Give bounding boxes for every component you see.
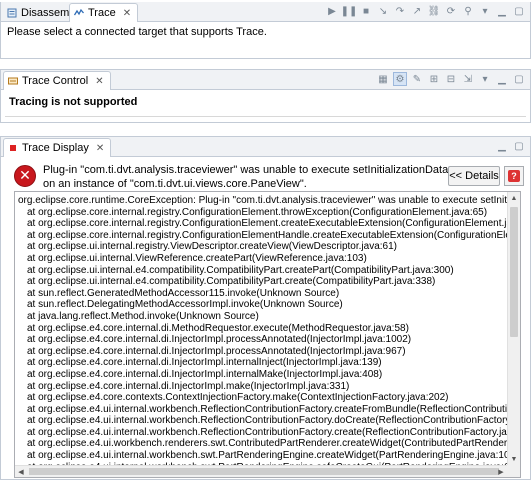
view-menu-icon[interactable]: ▾ — [478, 72, 492, 86]
trace-icon — [74, 8, 84, 16]
details-button-label: << Details — [449, 170, 499, 182]
error-icon: ✕ — [14, 165, 36, 187]
stack-trace-line: at org.eclipse.e4.core.internal.di.Injec… — [27, 334, 412, 346]
scroll-thumb-horizontal[interactable] — [29, 468, 499, 475]
step-return-icon[interactable]: ↗ — [410, 4, 424, 18]
scrollbar-corner — [507, 465, 520, 477]
trace-display-panel: Trace Display ✕ ▁ ▢ ✕ Plug-in "com.ti.dv… — [0, 136, 531, 480]
close-icon[interactable]: ✕ — [96, 143, 104, 154]
tab-trace-display-label: Trace Display — [22, 142, 89, 154]
trace-view-toolbar: ▶ ❚❚ ■ ↘ ↷ ↗ ⛓ ⟳ ⚲ ▾ ▁ ▢ — [325, 4, 526, 18]
stack-trace-line: at org.eclipse.e4.core.contexts.ContextI… — [27, 392, 449, 404]
maximize-icon[interactable]: ▢ — [512, 4, 526, 18]
pin-icon[interactable]: ⚲ — [461, 4, 475, 18]
tracing-status: Tracing is not supported — [9, 96, 138, 108]
stack-trace-line: at java.lang.reflect.Method.invoke(Unkno… — [27, 310, 259, 322]
stack-trace-line: at org.eclipse.core.internal.registry.Co… — [27, 206, 488, 218]
stack-trace-line: at sun.reflect.GeneratedMethodAccessor11… — [27, 287, 340, 299]
stack-trace-line: at org.eclipse.core.internal.registry.Co… — [27, 229, 520, 241]
stack-trace-line: at org.eclipse.e4.core.internal.di.Metho… — [27, 322, 409, 334]
stack-trace-textbox[interactable]: org.eclipse.core.runtime.CoreException: … — [14, 191, 521, 478]
trace-view-panel: Disassembly Trace ✕ ▶ ❚❚ ■ ↘ ↷ ↗ ⛓ ⟳ ⚲ ▾… — [0, 2, 531, 59]
stack-trace-line: org.eclipse.core.runtime.CoreException: … — [18, 195, 520, 206]
step-into-icon[interactable]: ↘ — [376, 4, 390, 18]
view-menu-icon[interactable]: ▾ — [478, 4, 492, 18]
trace-control-tabbar: Trace Control ✕ ▦ ⚙ ✎ ⊞ ⊟ ⇲ ▾ ▁ ▢ — [1, 70, 530, 90]
stack-trace-lines: org.eclipse.core.runtime.CoreException: … — [15, 192, 520, 477]
trace-control-panel: Trace Control ✕ ▦ ⚙ ✎ ⊞ ⊟ ⇲ ▾ ▁ ▢ Tracin… — [0, 69, 531, 123]
scroll-thumb[interactable] — [510, 207, 518, 337]
divider — [5, 116, 526, 117]
details-button[interactable]: << Details — [448, 166, 500, 186]
tab-trace-control[interactable]: Trace Control ✕ — [3, 71, 111, 90]
stack-trace-line: at org.eclipse.core.internal.registry.Co… — [27, 218, 520, 230]
stack-trace-line: at org.eclipse.e4.core.internal.di.Injec… — [27, 380, 350, 392]
stack-trace-line: at sun.reflect.DelegatingMethodAccessorI… — [27, 299, 343, 311]
tab-trace-control-label: Trace Control — [22, 75, 89, 87]
scroll-right-icon[interactable]: ▶ — [495, 466, 507, 477]
maximize-icon[interactable]: ▢ — [512, 72, 526, 86]
resume-icon[interactable]: ▶ — [325, 4, 339, 18]
link-icon[interactable]: ⛓ — [427, 4, 441, 18]
close-icon[interactable]: ✕ — [95, 76, 103, 87]
stack-trace-line: at org.eclipse.e4.ui.internal.workbench.… — [27, 450, 520, 462]
disassembly-icon — [7, 8, 17, 17]
help-button[interactable]: ? — [504, 166, 524, 186]
horizontal-scrollbar[interactable]: ◀ ▶ — [15, 465, 507, 477]
trace-view-message: Please select a connected target that su… — [7, 26, 267, 38]
trace-control-icon — [8, 77, 18, 85]
suspend-icon[interactable]: ❚❚ — [341, 4, 358, 18]
trace-control-toolbar: ▦ ⚙ ✎ ⊞ ⊟ ⇲ ▾ ▁ ▢ — [376, 72, 526, 86]
step-over-icon[interactable]: ↷ — [393, 4, 407, 18]
minimize-icon[interactable]: ▁ — [495, 72, 509, 86]
stack-trace-line: at org.eclipse.e4.core.internal.di.Injec… — [27, 368, 383, 380]
stack-trace-line: at org.eclipse.e4.ui.internal.workbench.… — [27, 403, 520, 415]
trace-view-tabbar: Disassembly Trace ✕ ▶ ❚❚ ■ ↘ ↷ ↗ ⛓ ⟳ ⚲ ▾… — [1, 2, 530, 22]
receiver-icon[interactable]: ⊞ — [427, 72, 441, 86]
settings-icon[interactable]: ✎ — [410, 72, 424, 86]
close-icon[interactable]: ✕ — [123, 8, 131, 19]
vertical-scrollbar[interactable]: ▲ ▼ — [507, 192, 520, 466]
help-icon: ? — [508, 170, 520, 182]
collapse-icon[interactable]: ⊟ — [444, 72, 458, 86]
stack-trace-line: at org.eclipse.ui.internal.e4.compatibil… — [27, 276, 436, 288]
stack-trace-line: at org.eclipse.e4.ui.internal.workbench.… — [27, 415, 520, 427]
grid-icon[interactable]: ▦ — [376, 72, 390, 86]
stack-trace-line: at org.eclipse.e4.ui.internal.workbench.… — [27, 426, 520, 438]
export-icon[interactable]: ⇲ — [461, 72, 475, 86]
stack-trace-line: at org.eclipse.ui.internal.registry.View… — [27, 241, 397, 253]
minimize-icon[interactable]: ▁ — [495, 139, 509, 153]
scroll-left-icon[interactable]: ◀ — [15, 466, 27, 477]
stack-trace-line: at org.eclipse.e4.core.internal.di.Injec… — [27, 357, 382, 369]
stack-trace-line: at org.eclipse.e4.ui.workbench.renderers… — [27, 438, 520, 450]
scroll-up-icon[interactable]: ▲ — [508, 192, 520, 205]
trace-display-icon — [10, 145, 16, 151]
tab-trace[interactable]: Trace ✕ — [69, 3, 139, 22]
minimize-icon[interactable]: ▁ — [495, 4, 509, 18]
tab-trace-display[interactable]: Trace Display ✕ — [3, 138, 112, 157]
refresh-icon[interactable]: ⟳ — [444, 4, 458, 18]
stack-trace-line: at org.eclipse.ui.internal.ViewReference… — [27, 252, 367, 264]
trace-display-toolbar: ▁ ▢ — [495, 139, 526, 153]
stack-trace-line: at org.eclipse.e4.core.internal.di.Injec… — [27, 345, 406, 357]
maximize-icon[interactable]: ▢ — [512, 139, 526, 153]
terminate-icon[interactable]: ■ — [359, 4, 373, 18]
tab-trace-label: Trace — [88, 7, 116, 19]
error-message: Plug-in "com.ti.dvt.analysis.traceviewer… — [43, 164, 449, 190]
stack-trace-line: at org.eclipse.ui.internal.e4.compatibil… — [27, 264, 454, 276]
trace-display-tabbar: Trace Display ✕ ▁ ▢ — [1, 137, 530, 157]
connect-icon[interactable]: ⚙ — [393, 72, 407, 86]
